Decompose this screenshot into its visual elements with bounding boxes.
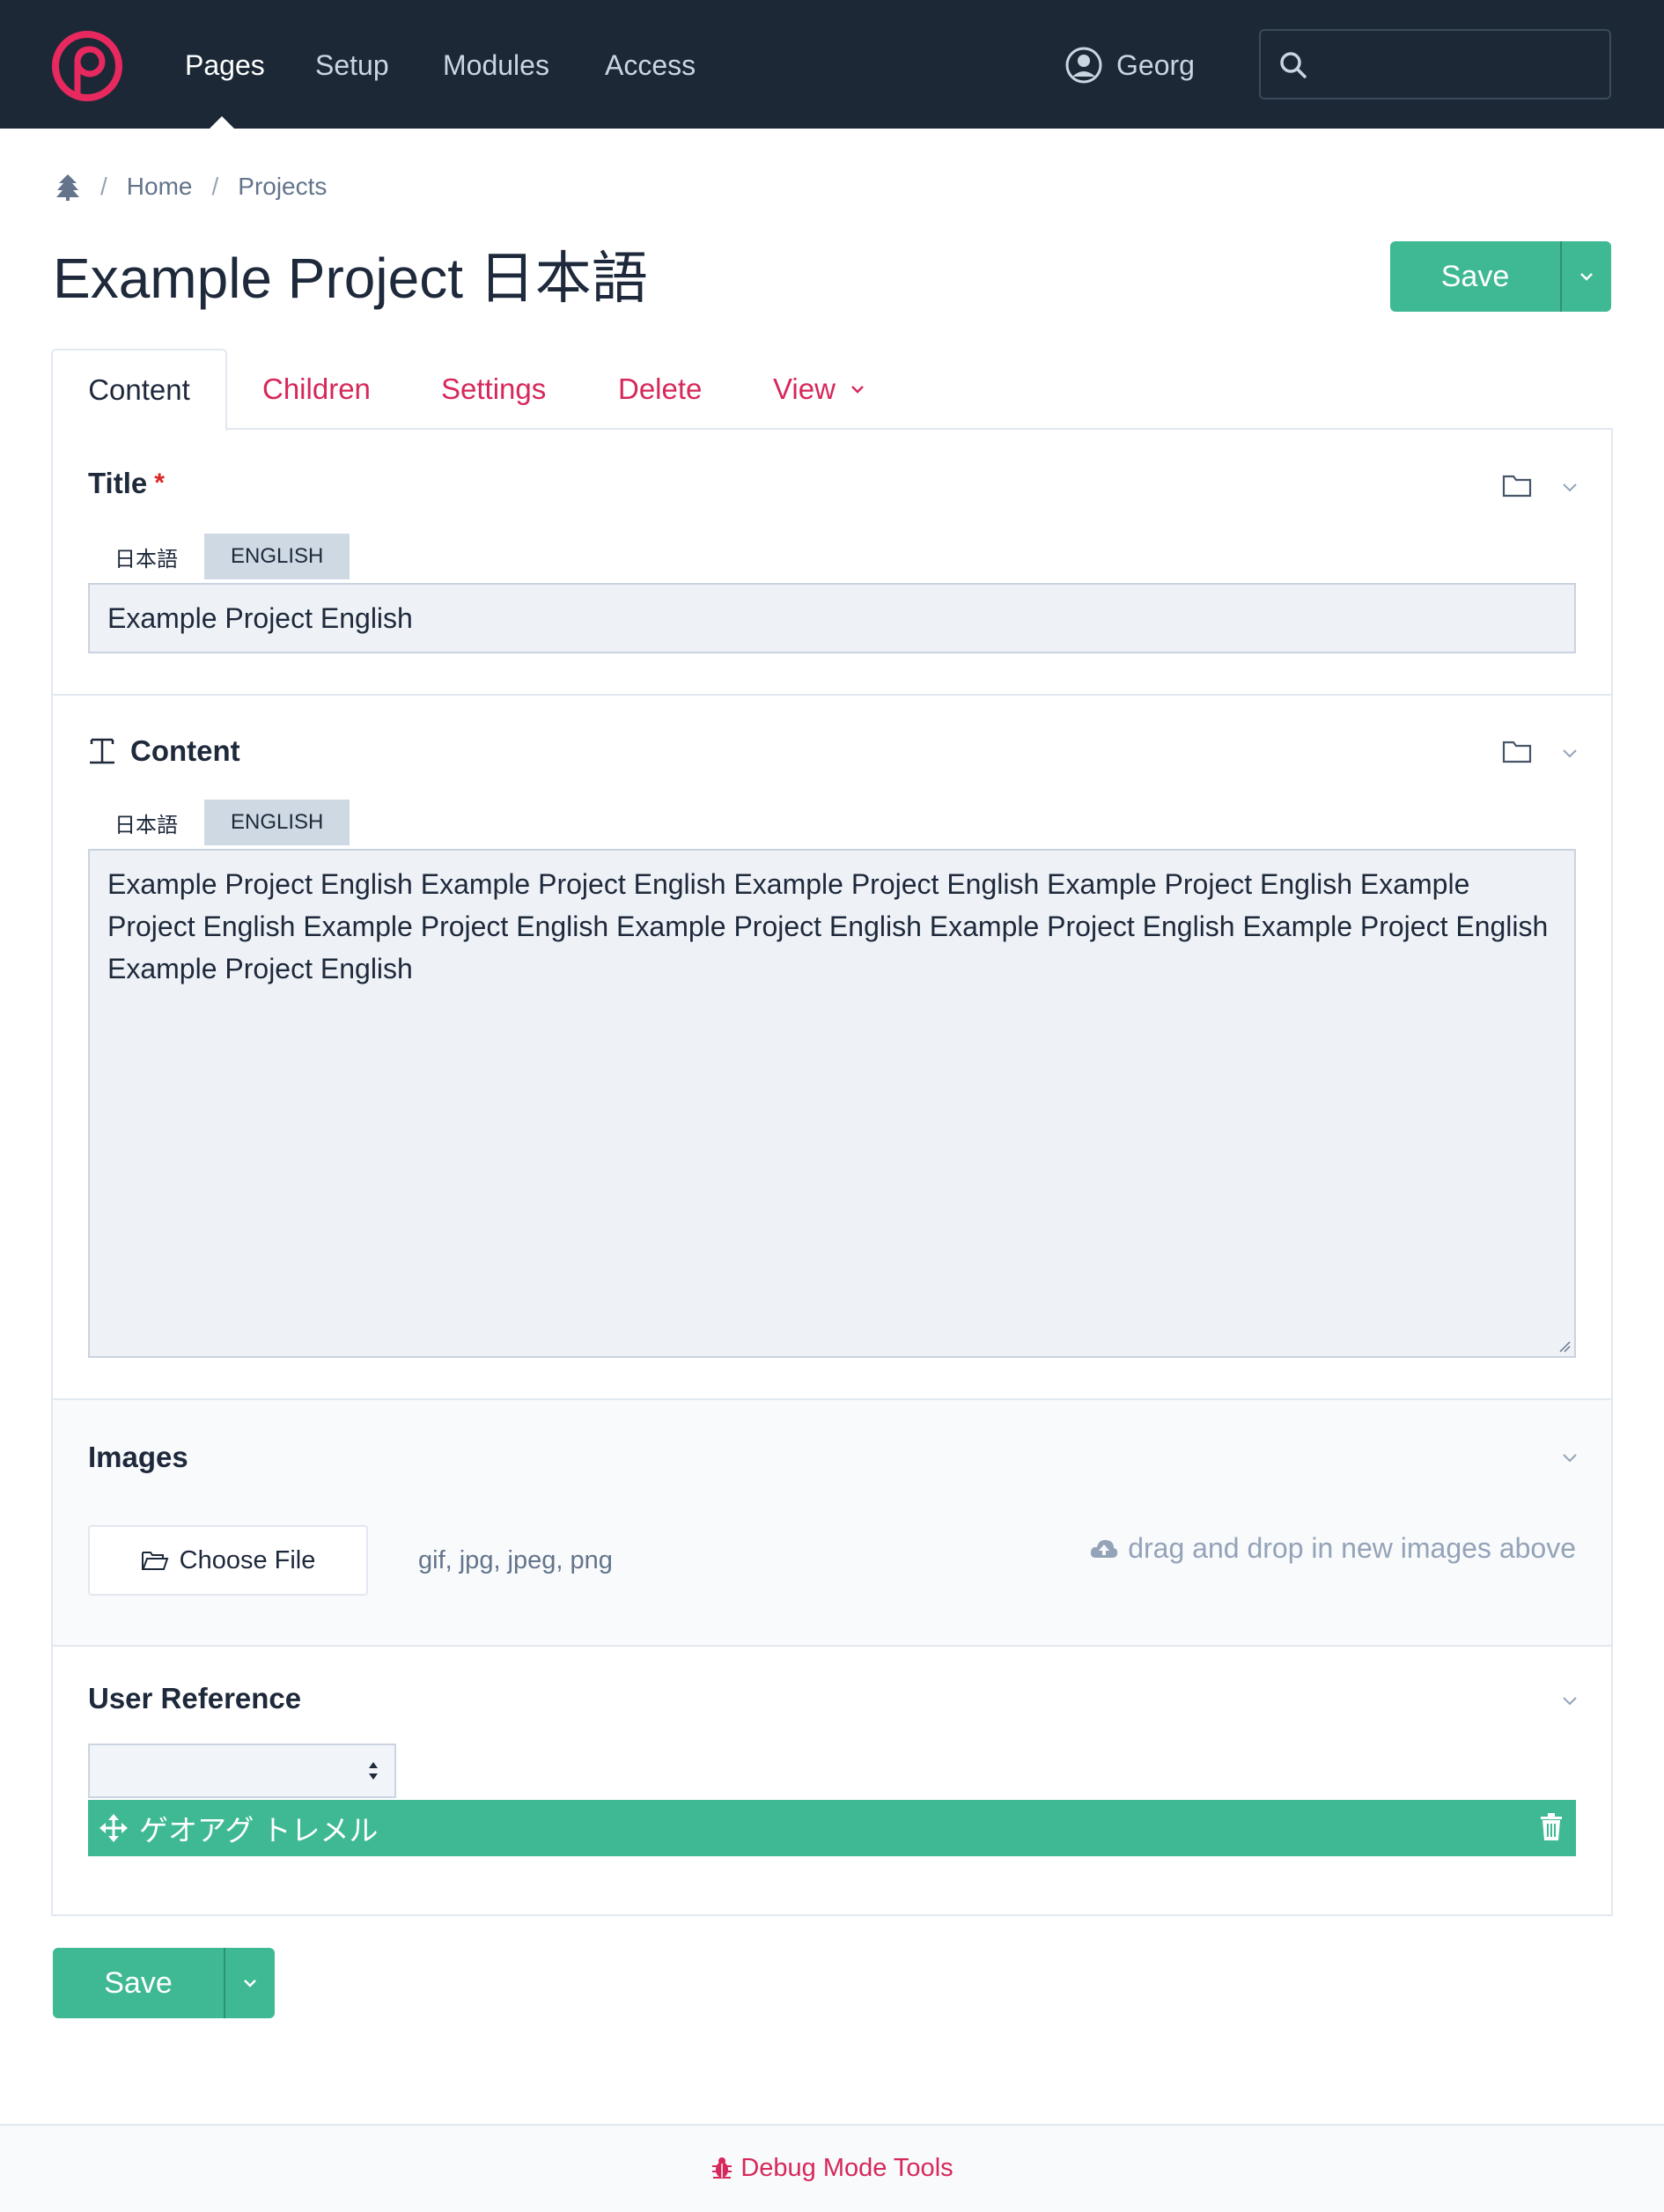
chevron-down-icon [1580,273,1593,281]
dropzone-text: drag and drop in new images above [1128,1532,1576,1564]
tab-settings[interactable]: Settings [441,349,546,430]
folder-open-icon [141,1552,169,1570]
chevron-down-icon [851,386,864,394]
top-navbar: Pages Setup Modules Access Georg [0,0,1664,129]
nav-item-setup[interactable]: Setup [315,46,389,85]
tab-view[interactable]: View [773,349,867,430]
tab-delete[interactable]: Delete [618,349,702,430]
images-field: Images Choose File gif, jpg, jpeg, png d… [53,1400,1611,1647]
bug-icon [712,2157,733,2179]
debug-mode-tools-link[interactable]: Debug Mode Tools [740,2154,953,2183]
selected-user-name: ゲオアグ トレメル [139,1814,379,1847]
language-tab-japanese[interactable]: 日本語 [88,800,204,845]
user-avatar-icon [1065,47,1102,84]
title-field: Title * 日本語 ENGLISH Example Project Engl… [53,428,1611,696]
user-reference-label: User Reference [88,1682,302,1714]
title-field-label: Title * [88,467,165,500]
image-dropzone-hint: drag and drop in new images above [1089,1532,1576,1565]
chevron-down-icon [244,1980,256,1987]
user-reference-select[interactable] [88,1744,396,1798]
breadcrumb: / Home / Projects [55,169,327,204]
active-nav-indicator [210,116,234,129]
tab-content[interactable]: Content [51,349,227,431]
save-button[interactable]: Save [53,1948,224,2018]
nav-item-modules[interactable]: Modules [443,46,549,85]
content-field: Content 日本語 ENGLISH Example Project Engl… [53,696,1611,1400]
top-save-group: Save [1390,241,1611,312]
processwire-logo-icon[interactable] [51,30,123,102]
bottom-save-group: Save [53,1948,275,2018]
required-marker: * [154,468,165,498]
language-tab-english[interactable]: ENGLISH [204,534,350,579]
allowed-file-types: gif, jpg, jpeg, png [418,1546,613,1574]
search-icon [1280,52,1307,78]
trash-icon[interactable] [1539,1812,1564,1842]
footer: Debug Mode Tools [0,2124,1664,2212]
page-title: Example Project 日本語 [53,247,648,310]
chevron-down-icon[interactable] [1560,1448,1579,1467]
user-reference-field: User Reference ゲオアグ トレメル [53,1647,1611,1914]
page-edit-tabs: Content Children Settings Delete View [51,349,1613,431]
images-field-label: Images [88,1441,188,1473]
chevron-down-icon[interactable] [1560,1691,1579,1710]
choose-file-label: Choose File [179,1545,316,1574]
footer-divider [0,2124,1664,2126]
breadcrumb-separator: / [100,173,107,200]
user-name: Georg [1116,48,1195,81]
save-dropdown-button[interactable] [224,1948,275,2018]
content-field-label: Content [88,734,240,768]
cloud-upload-icon [1091,1539,1118,1558]
language-tab-japanese[interactable]: 日本語 [88,534,204,579]
tab-view-label: View [773,372,836,405]
user-menu[interactable]: Georg [1065,46,1195,85]
tree-icon[interactable] [55,173,81,201]
folder-icon[interactable] [1502,472,1532,498]
content-label-text: Content [130,734,240,767]
folder-icon[interactable] [1502,738,1532,764]
breadcrumb-home[interactable]: Home [127,173,193,201]
title-input[interactable]: Example Project English [88,583,1576,653]
choose-file-button[interactable]: Choose File [88,1525,368,1596]
content-text: Example Project English Example Project … [107,868,1549,984]
tab-children[interactable]: Children [262,349,371,430]
search-input[interactable] [1259,29,1611,100]
content-language-tabs: 日本語 ENGLISH [88,800,350,845]
nav-item-pages[interactable]: Pages [185,46,265,85]
language-tab-english[interactable]: ENGLISH [204,800,350,845]
resize-handle-icon[interactable] [1557,1338,1571,1353]
save-button[interactable]: Save [1390,241,1560,312]
move-icon[interactable] [99,1813,129,1843]
title-language-tabs: 日本語 ENGLISH [88,534,350,579]
nav-item-access[interactable]: Access [605,46,696,85]
breadcrumb-separator: / [211,173,219,200]
text-field-icon [90,738,114,764]
save-dropdown-button[interactable] [1560,241,1611,312]
breadcrumb-projects[interactable]: Projects [238,173,327,201]
chevron-down-icon[interactable] [1560,477,1579,497]
selected-user-item[interactable]: ゲオアグ トレメル [88,1800,1576,1856]
select-arrows-icon [369,1762,378,1780]
title-label-text: Title [88,467,148,499]
chevron-down-icon[interactable] [1560,743,1579,763]
content-textarea[interactable]: Example Project English Example Project … [88,849,1576,1358]
content-panel: Title * 日本語 ENGLISH Example Project Engl… [51,428,1613,1916]
